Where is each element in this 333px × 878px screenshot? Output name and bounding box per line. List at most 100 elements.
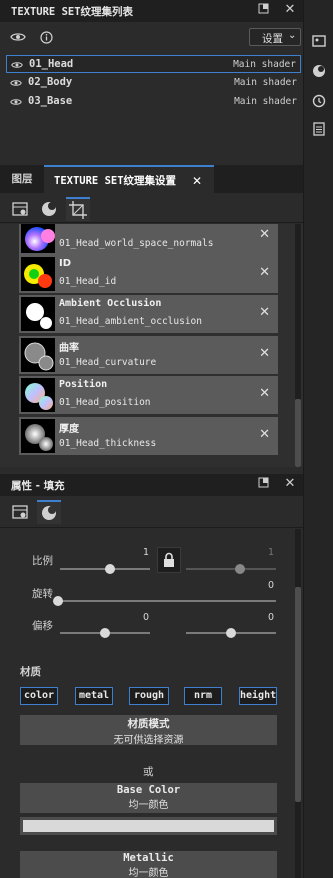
- bake-mesh-maps-subtab[interactable]: [66, 197, 90, 221]
- scale-slider-knob[interactable]: [104, 564, 115, 574]
- shader-sphere-icon[interactable]: [312, 64, 326, 78]
- remove-map-icon[interactable]: ✕: [259, 227, 270, 242]
- id-map-thumbnail: [21, 257, 55, 291]
- list-item[interactable]: 厚度 01_Head_thickness ✕: [19, 417, 278, 455]
- channel-toggle-nrm[interactable]: nrm: [184, 687, 222, 705]
- remove-map-icon[interactable]: ✕: [259, 305, 270, 320]
- map-title: 厚度: [59, 424, 79, 435]
- map-filename: 01_Head_curvature: [59, 357, 157, 368]
- visibility-eye-icon[interactable]: [10, 31, 26, 43]
- lock-icon: [164, 552, 174, 567]
- history-icon[interactable]: [312, 94, 326, 108]
- list-item[interactable]: 01_Head_world_space_normals ✕: [19, 224, 278, 255]
- map-filename: 01_Head_ambient_occlusion: [59, 316, 202, 327]
- close-icon[interactable]: ✕: [283, 3, 297, 17]
- shader-name[interactable]: Main shader: [234, 96, 297, 107]
- scrollbar[interactable]: [295, 529, 301, 878]
- scrollbar[interactable]: [295, 224, 301, 467]
- base-color-swatch-row[interactable]: [20, 817, 277, 835]
- layers-tab-bar: 图层 TEXTURE SET纹理集设置 ✕: [0, 165, 303, 193]
- channel-toggle-color[interactable]: color: [20, 687, 58, 705]
- tab-texture-set-settings-label: TEXTURE SET纹理集设置: [54, 175, 177, 187]
- base-color-button[interactable]: Base Color 均一颜色: [20, 783, 277, 813]
- offset-slider-knob[interactable]: [100, 628, 110, 638]
- texture-set-subtabs: [0, 193, 303, 223]
- channel-toggle-rough[interactable]: rough: [129, 687, 169, 705]
- shader-name[interactable]: Main shader: [234, 77, 297, 88]
- remove-map-icon[interactable]: ✕: [259, 265, 270, 280]
- texture-set-row[interactable]: 03_Base Main shader: [6, 93, 301, 111]
- close-icon[interactable]: ✕: [192, 167, 202, 195]
- tab-texture-set-settings[interactable]: TEXTURE SET纹理集设置 ✕: [44, 165, 214, 193]
- visibility-eye-icon[interactable]: [11, 59, 23, 71]
- undock-icon[interactable]: [256, 477, 270, 491]
- texture-set-row[interactable]: 02_Body Main shader: [6, 74, 301, 92]
- map-filename: 01_Head_world_space_normals: [59, 238, 214, 249]
- scale-value-left: 1: [143, 547, 150, 558]
- or-label: 或: [143, 766, 154, 778]
- lock-ratio-button[interactable]: [157, 547, 181, 573]
- position-thumbnail: [21, 378, 55, 412]
- offset-slider-secondary-knob[interactable]: [226, 628, 236, 638]
- texture-set-row[interactable]: 01_Head Main shader: [6, 55, 301, 73]
- curvature-thumbnail: [21, 338, 55, 372]
- material-section-title: 材质: [20, 666, 41, 678]
- settings-label: 设置: [262, 33, 283, 45]
- settings-subtab[interactable]: [8, 500, 32, 524]
- texture-set-list-header: TEXTURE SET纹理集列表 ✕: [0, 0, 303, 22]
- texture-set-icon[interactable]: [312, 34, 326, 48]
- properties-content: 比例 1 1 旋转 0 偏移 0 0 材质 color metal rough …: [0, 529, 303, 878]
- list-item[interactable]: Position 01_Head_position ✕: [19, 376, 278, 414]
- right-toolbar: [303, 0, 333, 878]
- scale-value-right: 1: [268, 547, 275, 558]
- metallic-subtitle: 均一颜色: [128, 868, 169, 878]
- metallic-title: Metallic: [123, 852, 174, 864]
- shader-name[interactable]: Main shader: [233, 59, 296, 70]
- rotation-slider-knob[interactable]: [53, 596, 63, 606]
- base-color-title: Base Color: [116, 784, 181, 796]
- scale-slider-secondary-knob[interactable]: [235, 564, 245, 574]
- material-mode-button[interactable]: 材质模式 无可供选择资源: [20, 715, 277, 746]
- remove-map-icon[interactable]: ✕: [259, 427, 270, 442]
- scrollbar-thumb[interactable]: [295, 399, 301, 467]
- scale-label: 比例: [32, 555, 53, 567]
- log-icon[interactable]: [312, 122, 326, 136]
- settings-sliders-icon: [12, 505, 28, 519]
- metallic-button[interactable]: Metallic 均一颜色: [20, 851, 277, 878]
- info-icon[interactable]: [40, 31, 53, 44]
- material-mode-title: 材质模式: [127, 718, 170, 730]
- shader-sphere-icon: [42, 202, 56, 216]
- texture-set-settings-subtab[interactable]: [8, 197, 32, 221]
- base-color-subtitle: 均一颜色: [128, 800, 169, 811]
- settings-sliders-icon: [12, 202, 28, 216]
- uv-crop-icon: [69, 201, 87, 219]
- tab-layers[interactable]: 图层: [0, 165, 44, 193]
- remove-map-icon[interactable]: ✕: [259, 386, 270, 401]
- channel-toggle-metal[interactable]: metal: [75, 687, 113, 705]
- base-color-swatch[interactable]: [23, 820, 274, 832]
- scale-slider-secondary[interactable]: [186, 568, 276, 570]
- close-icon[interactable]: ✕: [283, 477, 297, 491]
- visibility-eye-icon[interactable]: [10, 96, 22, 108]
- offset-value-left: 0: [143, 612, 150, 623]
- scrollbar-thumb[interactable]: [295, 587, 301, 802]
- properties-header: 属性 - 填充 ✕: [0, 474, 303, 496]
- rotation-label: 旋转: [32, 588, 53, 600]
- settings-dropdown[interactable]: 设置 ⌄: [249, 28, 301, 46]
- map-filename: 01_Head_thickness: [59, 438, 157, 449]
- texture-set-name: 01_Head: [29, 58, 74, 70]
- list-item[interactable]: Ambient Occlusion 01_Head_ambient_occlus…: [19, 295, 278, 333]
- map-title: Position: [59, 379, 108, 390]
- shader-subtab[interactable]: [37, 500, 61, 524]
- visibility-eye-icon[interactable]: [10, 77, 22, 89]
- rotation-slider[interactable]: [60, 600, 276, 602]
- remove-map-icon[interactable]: ✕: [259, 346, 270, 361]
- list-item[interactable]: ID 01_Head_id ✕: [19, 255, 278, 293]
- world-normal-thumbnail: [21, 224, 55, 253]
- shader-sphere-icon: [42, 506, 56, 520]
- shader-subtab[interactable]: [37, 197, 61, 221]
- undock-icon[interactable]: [256, 3, 270, 17]
- channel-toggle-height[interactable]: height: [239, 687, 277, 705]
- texture-set-name: 03_Base: [28, 95, 73, 107]
- list-item[interactable]: 曲率 01_Head_curvature ✕: [19, 336, 278, 374]
